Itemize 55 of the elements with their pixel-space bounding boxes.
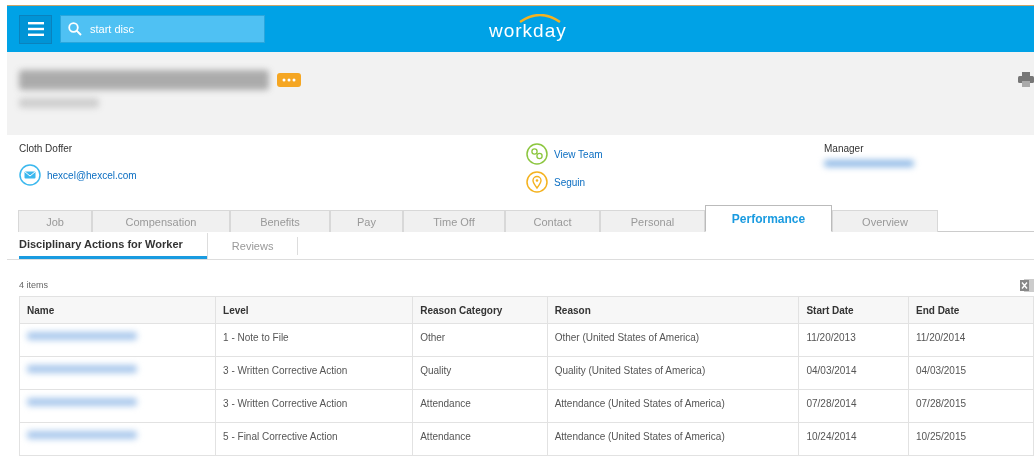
tab[interactable]: Compensation [92,210,230,232]
table-cell: 3 - Written Corrective Action [215,356,413,390]
column-header: Level [215,296,413,324]
table-cell: Attendance (United States of America) [547,422,799,456]
table-cell: 10/25/2015 [908,422,1034,456]
tab[interactable]: Overview [832,210,938,232]
team-link[interactable]: View Team [554,148,603,160]
table-cell: 5 - Final Corrective Action [215,422,413,456]
excel-export-icon[interactable] [1020,277,1034,293]
column-header: Reason [547,296,799,324]
printer-icon[interactable] [1018,72,1034,87]
team-icon [526,143,548,165]
tab[interactable]: Personal [600,210,705,232]
menu-button[interactable] [19,14,52,44]
tab[interactable]: Benefits [230,210,330,232]
tab[interactable]: Time Off [403,210,505,232]
email-link[interactable]: hexcel@hexcel.com [47,169,137,181]
column-header: Name [19,296,216,324]
subtab[interactable]: Reviews [231,236,299,255]
table-cell: 11/20/2014 [908,323,1034,357]
subtab[interactable]: Disciplinary Actions for Worker [19,232,208,259]
table-cell: 04/03/2014 [798,356,909,390]
column-header: Reason Category [412,296,548,324]
tab[interactable]: Job [18,210,92,232]
table-cell: Attendance [412,422,548,456]
ellipsis-icon [282,78,296,82]
table-cell: Quality (United States of America) [547,356,799,390]
search-field[interactable]: start disc [60,15,265,43]
table-cell: Attendance (United States of America) [547,389,799,423]
mail-icon [19,164,41,186]
table-cell: 07/28/2014 [798,389,909,423]
table-cell: 10/24/2014 [798,422,909,456]
tab[interactable]: Pay [330,210,403,232]
more-button[interactable] [277,73,301,87]
tab[interactable]: Contact [505,210,600,232]
item-count: 4 items [19,280,48,290]
table-cell: 04/03/2015 [908,356,1034,390]
table-cell: 11/20/2013 [798,323,909,357]
table-cell: Other [412,323,548,357]
location-pin-icon [526,171,548,193]
table-cell: 1 - Note to File [215,323,413,357]
table-cell: Attendance [412,389,548,423]
search-icon [68,22,82,36]
manager-label: Manager [824,143,865,154]
table-cell: 3 - Written Corrective Action [215,389,413,423]
job-title: Cloth Doffer [19,143,74,154]
tab[interactable]: Performance [705,205,832,232]
column-header: Start Date [798,296,909,324]
table-cell: 07/28/2015 [908,389,1034,423]
location-link[interactable]: Seguin [554,176,586,188]
table-cell: Other (United States of America) [547,323,799,357]
column-header: End Date [908,296,1034,324]
menu-icon [27,22,44,36]
workday-logo: workday [489,14,567,42]
table-cell: Quality [412,356,548,390]
